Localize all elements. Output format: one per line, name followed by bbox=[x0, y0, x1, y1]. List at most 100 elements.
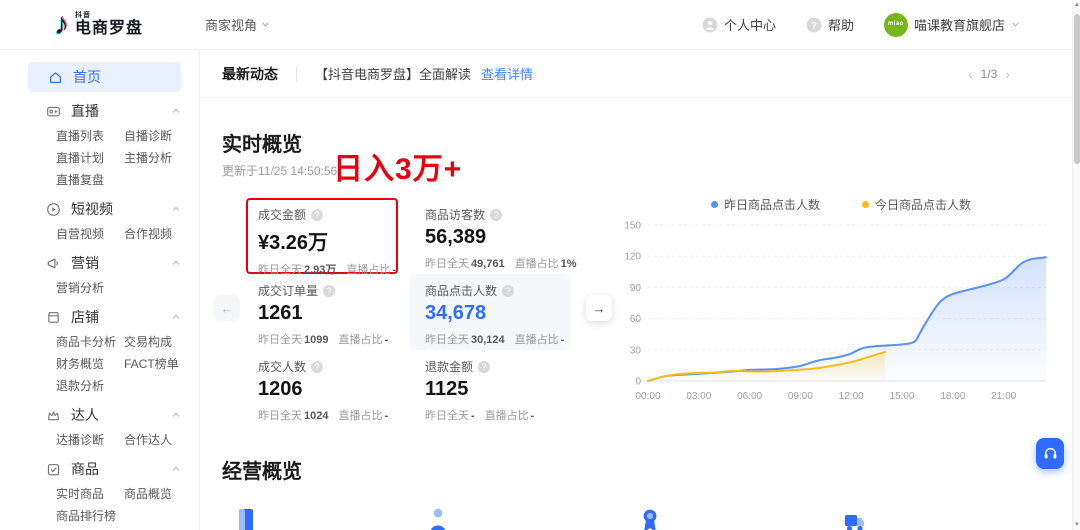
svg-text:21:00: 21:00 bbox=[991, 391, 1016, 402]
person-icon bbox=[428, 508, 450, 530]
sidebar-section-header[interactable]: 商品 bbox=[0, 456, 199, 482]
help-icon[interactable]: ? bbox=[311, 209, 323, 221]
metric-value: 1125 bbox=[425, 378, 565, 401]
sidebar-section-header[interactable]: 达人 bbox=[0, 402, 199, 428]
sidebar-section: 达人 达播诊断合作达人 bbox=[0, 402, 199, 450]
sidebar-section: 店铺 商品卡分析交易构成财务概览 FACT榜单退款分析 bbox=[0, 304, 199, 396]
metric-card-refund[interactable]: 退款金额? 1125 昨日全天-直播占比- bbox=[413, 350, 565, 426]
sidebar-subitem[interactable]: 直播计划 bbox=[56, 149, 114, 166]
metric-value: 1206 bbox=[258, 378, 398, 401]
cards-prev-button[interactable]: ← bbox=[214, 295, 240, 321]
sidebar-section-header[interactable]: 营销 bbox=[0, 250, 199, 276]
metric-sub: 昨日全天49,761直播占比1% bbox=[425, 255, 565, 271]
sidebar-item-home[interactable]: 首页 bbox=[28, 62, 181, 92]
video-icon bbox=[46, 202, 61, 217]
sidebar-subitem[interactable]: 商品排行榜 bbox=[56, 507, 114, 524]
next-page-arrow[interactable]: › bbox=[1005, 67, 1010, 81]
sidebar-section-header[interactable]: 店铺 bbox=[0, 304, 199, 330]
news-content: 【抖音电商罗盘】全面解读 bbox=[315, 64, 471, 83]
help-button[interactable]: ? 帮助 bbox=[806, 15, 854, 34]
chevron-down-icon bbox=[1011, 20, 1020, 29]
legend-dot-icon bbox=[862, 201, 869, 208]
sidebar-subitem[interactable]: 合作达人 bbox=[124, 431, 199, 448]
metric-sub: 昨日全天1024直播占比- bbox=[258, 407, 398, 423]
talent-icon bbox=[46, 408, 61, 423]
scrollbar-thumb[interactable] bbox=[1074, 14, 1080, 164]
medal-icon bbox=[640, 508, 662, 530]
help-icon[interactable]: ? bbox=[478, 361, 490, 373]
metric-card-orders[interactable]: 成交订单量? 1261 昨日全天1099直播占比- bbox=[246, 274, 398, 350]
news-pagination: ‹ 1/3 › bbox=[968, 67, 1010, 81]
metric-card-buyers[interactable]: 成交人数? 1206 昨日全天1024直播占比- bbox=[246, 350, 398, 426]
legend-item-yesterday[interactable]: 昨日商品点击人数 bbox=[711, 196, 820, 213]
svg-text:12:00: 12:00 bbox=[839, 391, 864, 402]
sidebar-section-header[interactable]: 直播 bbox=[0, 98, 199, 124]
chevron-up-icon bbox=[171, 410, 181, 420]
sidebar-subitem[interactable]: 商品概览 bbox=[124, 485, 199, 502]
sidebar-subitem[interactable]: 自播诊断 bbox=[124, 127, 199, 144]
metric-label: 商品点击人数 bbox=[425, 282, 497, 299]
sidebar-subitem[interactable]: 交易构成 bbox=[124, 333, 199, 350]
help-icon[interactable]: ? bbox=[490, 209, 502, 221]
metric-card-visitors[interactable]: 商品访客数? 56,389 昨日全天49,761直播占比1% bbox=[413, 198, 565, 274]
sidebar-subitem[interactable]: 财务概览 bbox=[56, 355, 114, 372]
sidebar-subitem[interactable]: 直播列表 bbox=[56, 127, 114, 144]
red-annotation: 日入3万+ bbox=[333, 144, 462, 188]
updated-timestamp: 更新于11/25 14:50:56 bbox=[222, 162, 337, 179]
sidebar-subitem[interactable]: 营销分析 bbox=[56, 279, 114, 296]
user-center-button[interactable]: 个人中心 bbox=[702, 15, 776, 34]
sidebar-home-label: 首页 bbox=[73, 67, 101, 87]
sidebar-subitem[interactable]: 直播复盘 bbox=[56, 171, 114, 188]
legend-dot-icon bbox=[711, 201, 718, 208]
svg-text:120: 120 bbox=[624, 252, 641, 263]
help-icon[interactable]: ? bbox=[323, 285, 335, 297]
sidebar-subitem[interactable]: 主播分析 bbox=[124, 149, 199, 166]
sidebar-subitem[interactable]: 商品卡分析 bbox=[56, 333, 114, 350]
cards-next-button[interactable]: → bbox=[586, 295, 612, 321]
realtime-overview-title: 实时概览 bbox=[222, 128, 302, 157]
metric-label: 退款金额 bbox=[425, 358, 473, 375]
legend-item-today[interactable]: 今日商品点击人数 bbox=[862, 196, 971, 213]
sidebar-section-header[interactable]: 短视频 bbox=[0, 196, 199, 222]
metric-value: 34,678 bbox=[425, 302, 571, 325]
metric-card-clicks[interactable]: 商品点击人数? 34,678 昨日全天30,124直播占比- bbox=[409, 274, 571, 350]
sidebar-subitem[interactable]: 达播诊断 bbox=[56, 431, 114, 448]
svg-text:15:00: 15:00 bbox=[889, 391, 914, 402]
help-icon[interactable]: ? bbox=[502, 285, 514, 297]
chevron-up-icon bbox=[171, 312, 181, 322]
sidebar-subitem[interactable]: 自营视频 bbox=[56, 225, 114, 242]
question-icon: ? bbox=[806, 17, 822, 33]
metric-label: 成交订单量 bbox=[258, 282, 318, 299]
sidebar-section: 营销 营销分析 bbox=[0, 250, 199, 298]
scroll-up-icon[interactable]: ▲ bbox=[1073, 2, 1080, 8]
help-icon[interactable]: ? bbox=[311, 361, 323, 373]
svg-text:06:00: 06:00 bbox=[737, 391, 762, 402]
svg-text:?: ? bbox=[811, 20, 817, 31]
brand-small-label: 抖音 bbox=[75, 12, 143, 19]
metric-value: ¥3.26万 bbox=[258, 226, 396, 255]
sidebar: 首页 直播 直播列表自播诊断直播计划主播分析直播复盘 短视频 自营视频合作视频 … bbox=[0, 50, 200, 530]
live-icon bbox=[46, 104, 61, 119]
view-switch-dropdown[interactable]: 商家视角 bbox=[205, 15, 270, 34]
home-icon bbox=[48, 70, 63, 85]
prev-page-arrow[interactable]: ‹ bbox=[968, 67, 973, 81]
svg-text:30: 30 bbox=[630, 345, 642, 356]
sidebar-subitem[interactable]: 退款分析 bbox=[56, 377, 114, 394]
page-scrollbar[interactable]: ▲ ▼ bbox=[1072, 0, 1080, 530]
news-detail-link[interactable]: 查看详情 bbox=[481, 64, 533, 83]
metric-card-gmv[interactable]: 成交金额? ¥3.26万 昨日全天2.93万直播占比- bbox=[246, 198, 398, 274]
metric-value: 1261 bbox=[258, 302, 398, 325]
chart-legend: 昨日商品点击人数 今日商品点击人数 bbox=[620, 195, 1062, 213]
sidebar-subitem[interactable]: 实时商品 bbox=[56, 485, 114, 502]
scroll-down-icon[interactable]: ▼ bbox=[1073, 522, 1080, 528]
customer-service-button[interactable] bbox=[1036, 438, 1064, 469]
sidebar-subitem[interactable]: FACT榜单 bbox=[124, 355, 199, 372]
svg-text:18:00: 18:00 bbox=[940, 391, 965, 402]
shop-account-dropdown[interactable]: miao 喵课教育旗舰店 bbox=[884, 13, 1020, 37]
chevron-up-icon bbox=[171, 258, 181, 268]
app-logo[interactable]: ♪ 抖音 电商罗盘 bbox=[54, 10, 143, 40]
sidebar-subitem[interactable]: 合作视频 bbox=[124, 225, 199, 242]
truck-icon bbox=[844, 508, 866, 530]
metric-sub: 昨日全天1099直播占比- bbox=[258, 331, 398, 347]
top-header: ♪ 抖音 电商罗盘 商家视角 个人中心 ? 帮助 miao 喵课教育旗舰店 bbox=[0, 0, 1080, 50]
